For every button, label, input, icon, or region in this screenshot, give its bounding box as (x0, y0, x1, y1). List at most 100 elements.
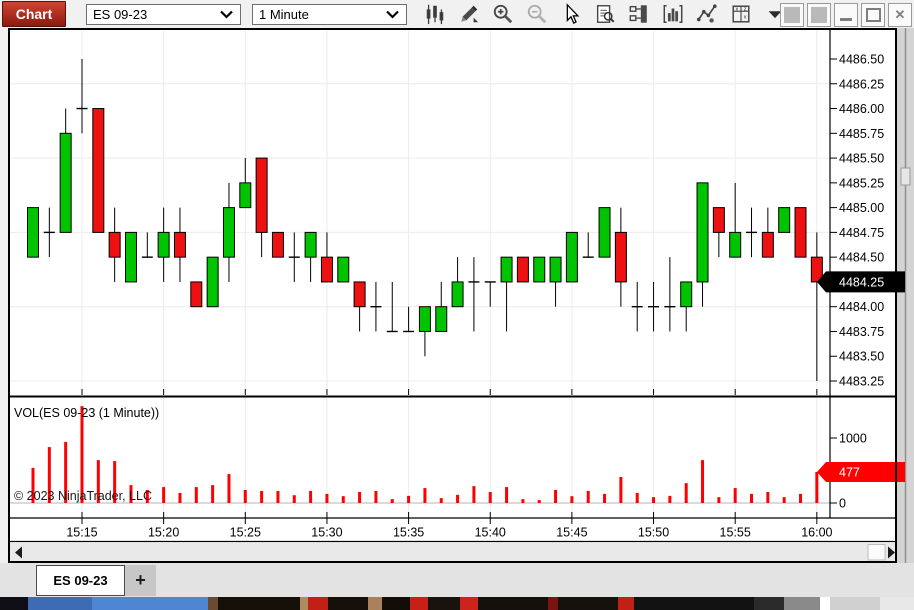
volume-bar (260, 490, 264, 503)
close-icon: ✕ (894, 7, 906, 22)
toolbar: Chart ES 09-23 1 Minute ✕ (0, 0, 914, 28)
h-scrollbar[interactable] (10, 543, 895, 562)
candle-body (696, 182, 709, 283)
interval-value: 1 Minute (259, 6, 309, 22)
volume-bar (194, 487, 198, 503)
volume-bar (292, 495, 296, 503)
volume-bar (684, 483, 688, 503)
time-tick-label: 15:20 (148, 526, 179, 540)
last-volume-marker: 477 (817, 461, 905, 482)
candle-body (59, 132, 72, 233)
indicators-button[interactable] (660, 2, 685, 26)
zoom-in-button[interactable] (490, 2, 515, 26)
candle-body (190, 281, 203, 308)
volume-bar (488, 491, 492, 503)
time-tick-label: 15:55 (720, 526, 751, 540)
instrument-selector[interactable]: ES 09-23 (86, 3, 241, 25)
close-button[interactable]: ✕ (888, 3, 912, 27)
candle-body (533, 256, 546, 283)
candle-body (92, 108, 105, 233)
price-tick-label: 4484.00 (839, 300, 884, 314)
volume-bar (521, 499, 525, 503)
price-tick-label: 4486.00 (839, 102, 884, 116)
candle-body (549, 256, 562, 283)
volume-bar (603, 493, 607, 503)
volume-tick-label: 0 (839, 497, 846, 511)
volume-bar (750, 493, 754, 503)
properties-button[interactable] (728, 2, 753, 26)
volume-bar (554, 490, 558, 503)
time-tick-label: 15:30 (311, 526, 342, 540)
candle-body (435, 306, 448, 332)
splitter-handle[interactable] (900, 167, 911, 186)
chart-client-area: VOL(ES 09-23 (1 Minute)) © 2023 NinjaTrad… (0, 28, 914, 563)
volume-bar (358, 491, 362, 503)
minimize-button[interactable] (834, 3, 858, 27)
candle-body (173, 231, 186, 258)
candle-body (239, 182, 252, 209)
scrollbar-thumb[interactable] (867, 544, 886, 561)
data-box-button[interactable] (592, 2, 617, 26)
volume-tick-label: 1000 (839, 432, 867, 446)
last-price-marker: 4484.25 (817, 271, 905, 293)
candle (27, 207, 39, 258)
candle-body (337, 256, 350, 283)
interval-selector[interactable]: 1 Minute (252, 3, 407, 25)
chart-canvas[interactable]: VOL(ES 09-23 (1 Minute)) © 2023 NinjaTrad… (8, 28, 914, 563)
candle-body (761, 231, 774, 258)
price-tick-label: 4484.75 (839, 226, 884, 240)
restore-button[interactable] (861, 3, 885, 27)
chart-trader-button[interactable] (626, 2, 651, 26)
chevron-down-icon (386, 10, 399, 19)
window-option-2-button[interactable] (807, 3, 831, 27)
cursor-button[interactable] (558, 2, 583, 26)
candle (778, 207, 791, 233)
tab-bar: ES 09-23 + (0, 563, 914, 597)
candlestick-style-button[interactable] (422, 2, 447, 26)
candle-body (516, 256, 529, 283)
volume-bar (619, 477, 623, 503)
volume-bar (505, 487, 509, 503)
volume-bar (472, 486, 476, 503)
candle-body (451, 281, 464, 308)
candle (92, 108, 105, 233)
volume-bar (390, 499, 394, 503)
line-study-icon (696, 3, 718, 25)
volume-bar (766, 491, 770, 503)
candle-body (500, 256, 513, 283)
zoom-out-button[interactable] (524, 2, 549, 26)
window-controls: ✕ (780, 3, 912, 27)
window-option-1-button[interactable] (780, 3, 804, 27)
volume-marker-shape (817, 461, 905, 482)
candle-body (778, 207, 791, 233)
candle (206, 256, 219, 308)
candle-body (614, 231, 627, 283)
chart-menu-button[interactable]: Chart (2, 1, 66, 27)
scrollbar-track[interactable] (10, 543, 895, 562)
cursor-icon (560, 3, 582, 25)
toolbar-icons (422, 2, 787, 26)
time-tick-label: 16:00 (801, 526, 832, 540)
candle-body (271, 231, 284, 258)
time-tick-label: 15:15 (66, 526, 97, 540)
volume-indicator-label: VOL(ES 09-23 (1 Minute)) (14, 406, 159, 420)
price-tick-label: 4483.50 (839, 350, 884, 364)
volume-bar (374, 490, 378, 503)
volume-bar (733, 488, 737, 503)
drawing-tools-button[interactable] (456, 2, 481, 26)
price-tick-label: 4485.75 (839, 127, 884, 141)
candle (516, 256, 529, 283)
price-tick-label: 4486.25 (839, 77, 884, 91)
line-study-button[interactable] (694, 2, 719, 26)
minimize-icon (840, 18, 852, 21)
volume-bar (341, 496, 345, 503)
restore-icon (865, 8, 881, 22)
tab-es-09-23[interactable]: ES 09-23 (36, 565, 125, 596)
candle (124, 231, 137, 283)
candle-body (729, 231, 742, 258)
price-tick-label: 4485.25 (839, 176, 884, 190)
chevron-down-icon (220, 10, 233, 19)
candle-body (418, 306, 431, 332)
candle-body (157, 231, 170, 258)
new-tab-button[interactable]: + (125, 565, 156, 596)
